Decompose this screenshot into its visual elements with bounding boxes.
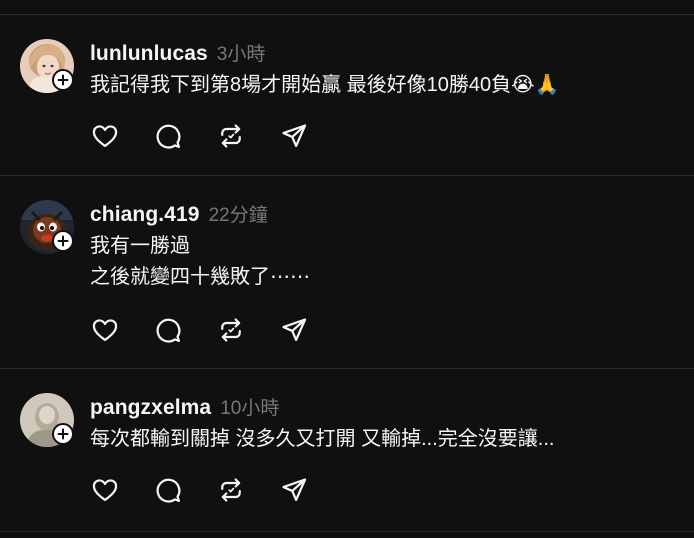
post-text-line: 每次都輸到關掉 沒多久又打開 又輸掉...完全沒要讓... [90,428,555,450]
reply-post: lunlunlucas 3小時 我記得我下到第8場才開始贏 最後好像10勝40負… [0,39,694,175]
username[interactable]: chiang.419 [90,203,200,227]
heart-icon [92,319,118,342]
post-header: lunlunlucas 3小時 [90,39,265,65]
heart-icon [92,479,118,502]
reply-feed: lunlunlucas 3小時 我記得我下到第8場才開始贏 最後好像10勝40負… [0,0,694,538]
comment-icon [156,318,181,343]
divider [0,368,694,369]
post-text-line: 我記得我下到第8場才開始贏 最後好像10勝40負😭🙏 [90,74,560,96]
repost-icon [221,318,241,342]
timestamp: 10小時 [220,398,280,419]
comment-icon [156,478,181,503]
post-header: chiang.419 22分鐘 [90,200,268,226]
timestamp: 22分鐘 [208,205,268,226]
action-bar [90,315,342,345]
like-button[interactable] [90,315,120,345]
post-header: pangzxelma 10小時 [90,393,279,419]
action-bar [90,475,342,505]
divider [0,531,694,532]
divider [0,14,694,15]
reply-button[interactable] [153,475,183,505]
reply-post: chiang.419 22分鐘 我有一勝過 之後就變四十幾敗了⋯⋯ [0,200,694,368]
action-bar [90,121,342,151]
heart-icon [92,125,118,148]
plus-icon [57,428,69,440]
post-text: 我有一勝過 之後就變四十幾敗了⋯⋯ [90,231,310,293]
follow-button[interactable] [52,423,74,445]
reply-button[interactable] [153,315,183,345]
username[interactable]: pangzxelma [90,396,211,420]
avatar-container [20,200,74,254]
repost-button[interactable] [216,475,246,505]
like-button[interactable] [90,121,120,151]
plus-icon [57,235,69,247]
share-icon [282,124,307,148]
follow-button[interactable] [52,230,74,252]
share-button[interactable] [279,121,309,151]
repost-button[interactable] [216,315,246,345]
comment-icon [156,124,181,149]
post-text-line: 我有一勝過 [90,235,190,257]
post-text: 每次都輸到關掉 沒多久又打開 又輸掉...完全沒要讓... [90,424,554,455]
plus-icon [57,74,69,86]
username[interactable]: lunlunlucas [90,42,208,66]
like-button[interactable] [90,475,120,505]
post-text-line: 之後就變四十幾敗了⋯⋯ [90,266,310,288]
post-text: 我記得我下到第8場才開始贏 最後好像10勝40負😭🙏 [90,70,559,101]
reply-post: pangzxelma 10小時 每次都輸到關掉 沒多久又打開 又輸掉...完全沒… [0,393,694,529]
avatar-container [20,39,74,93]
avatar-container [20,393,74,447]
share-icon [282,318,307,342]
repost-button[interactable] [216,121,246,151]
share-button[interactable] [279,475,309,505]
divider [0,175,694,176]
reply-button[interactable] [153,121,183,151]
follow-button[interactable] [52,69,74,91]
repost-icon [221,478,241,502]
timestamp: 3小時 [216,44,266,65]
repost-icon [221,124,241,148]
share-button[interactable] [279,315,309,345]
share-icon [282,478,307,502]
